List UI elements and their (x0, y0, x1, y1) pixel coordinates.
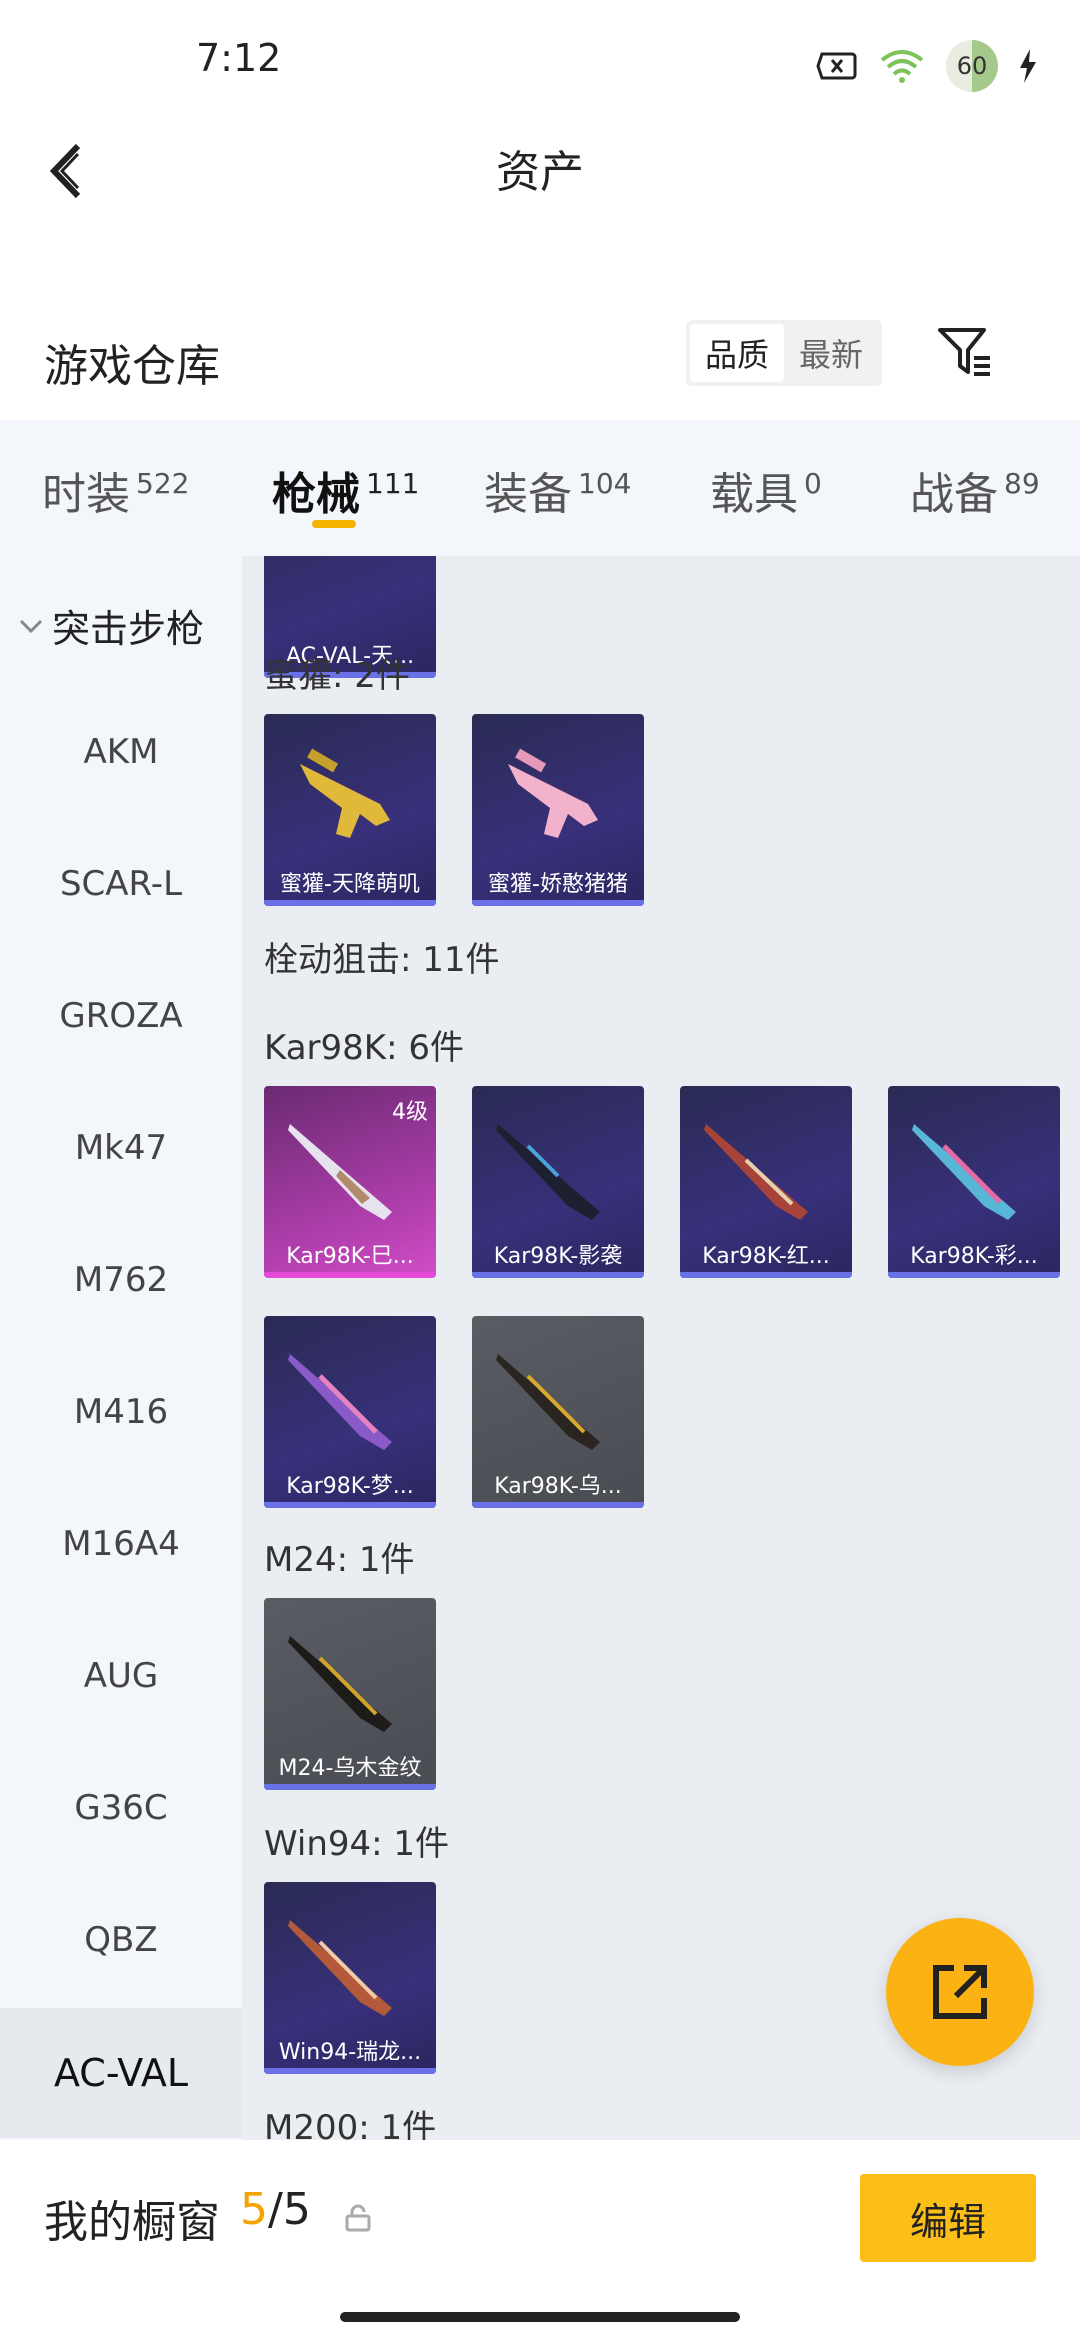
sidebar-item-m762[interactable]: M762 (0, 1260, 242, 1300)
weapon-card[interactable]: Kar98K-彩... (888, 1086, 1060, 1278)
sidebar-item-akm[interactable]: AKM (0, 732, 242, 772)
rifle-icon (704, 1124, 808, 1220)
section-title: 游戏仓库 (44, 341, 220, 392)
sidebar-item-scar-l[interactable]: SCAR-L (0, 864, 242, 904)
sort-toggle: 品质 最新 (686, 320, 882, 386)
tab-equipment[interactable]: 装备 104 (484, 458, 631, 522)
sidebar-group-assault-rifles[interactable]: 突击步枪 (18, 598, 204, 653)
showcase-count: 5/5 (240, 2184, 311, 2235)
rifle-icon (288, 1920, 392, 2016)
sort-latest-button[interactable]: 最新 (784, 324, 878, 382)
group-label-m200: M200: 1件 (264, 2108, 437, 2140)
weapon-type-sidebar: 突击步枪 AKM SCAR-L GROZA Mk47 M762 M416 M16… (0, 556, 242, 2140)
group-label-bolt-action: 栓动狙击: 11件 (264, 940, 500, 980)
tab-supplies[interactable]: 战备 89 (910, 458, 1040, 522)
share-icon (933, 1965, 987, 2019)
sidebar-item-m16a4[interactable]: M16A4 (0, 1524, 242, 1564)
status-icons: 60 (816, 40, 1038, 92)
lock-icon (345, 2204, 371, 2232)
status-time: 7:12 (196, 36, 282, 80)
home-indicator[interactable] (340, 2312, 740, 2322)
smg-pink-icon (508, 748, 598, 838)
weapon-grid: AC-VAL-天... 蜜獾: 2件 蜜獾-天降萌叽 蜜獾-娇憨猪猪 栓动狙击:… (242, 556, 1080, 2140)
rifle-icon (496, 1124, 600, 1220)
weapon-card[interactable]: Kar98K-乌... (472, 1316, 644, 1508)
chevron-down-icon (19, 619, 43, 633)
group-label-kar98k: Kar98K: 6件 (264, 1028, 464, 1068)
tab-firearms[interactable]: 枪械 111 (272, 458, 419, 522)
section-header: 游戏仓库 品质 最新 (0, 310, 1080, 400)
active-tab-indicator (312, 520, 356, 528)
nav-bar: 资产 (0, 120, 1080, 220)
wifi-icon (880, 50, 924, 83)
rifle-icon (496, 1354, 600, 1450)
weapon-card[interactable]: 4级 Kar98K-巳... (264, 1086, 436, 1278)
tab-vehicles[interactable]: 载具 0 (710, 458, 822, 522)
edit-button[interactable]: 编辑 (860, 2174, 1036, 2262)
filter-icon (938, 328, 990, 376)
battery-icon: 60 (946, 40, 998, 92)
sort-quality-button[interactable]: 品质 (690, 324, 784, 382)
status-bar: 7:12 60 (0, 0, 1080, 120)
showcase-bar: 我的橱窗 5/5 编辑 (0, 2140, 1080, 2290)
rifle-icon (288, 1124, 392, 1220)
group-label-honey-badger: 蜜獾: 2件 (264, 656, 410, 696)
rifle-icon (912, 1124, 1016, 1220)
weapon-card[interactable]: M24-乌木金纹 (264, 1598, 436, 1790)
charging-icon (1020, 49, 1036, 83)
weapon-card[interactable]: 蜜獾-天降萌叽 (264, 714, 436, 906)
weapon-card[interactable]: Kar98K-红... (680, 1086, 852, 1278)
sidebar-item-g36c[interactable]: G36C (0, 1788, 242, 1828)
rifle-icon (288, 1354, 392, 1450)
tab-fashion[interactable]: 时装 522 (42, 458, 189, 522)
sidebar-item-aug[interactable]: AUG (0, 1656, 242, 1696)
page-title: 资产 (496, 147, 584, 198)
weapon-card[interactable]: 蜜獾-娇憨猪猪 (472, 714, 644, 906)
weapon-card[interactable]: Win94-瑞龙... (264, 1882, 436, 2074)
group-label-win94: Win94: 1件 (264, 1824, 450, 1864)
sidebar-item-groza[interactable]: GROZA (0, 996, 242, 1036)
sim-error-icon (816, 52, 857, 80)
filter-button[interactable] (934, 322, 994, 382)
rifle-icon (288, 1636, 392, 1732)
showcase-title: 我的橱窗 (44, 2197, 220, 2248)
weapon-card[interactable]: Kar98K-影袭 (472, 1086, 644, 1278)
weapon-card[interactable]: Kar98K-梦... (264, 1316, 436, 1508)
smg-gold-icon (300, 748, 390, 838)
sidebar-item-m416[interactable]: M416 (0, 1392, 242, 1432)
sidebar-item-qbz[interactable]: QBZ (0, 1920, 242, 1960)
sidebar-item-ac-val[interactable]: AC-VAL (0, 2008, 242, 2138)
group-label-m24: M24: 1件 (264, 1540, 415, 1580)
share-button[interactable] (886, 1918, 1034, 2066)
sidebar-item-mk47[interactable]: Mk47 (0, 1128, 242, 1168)
